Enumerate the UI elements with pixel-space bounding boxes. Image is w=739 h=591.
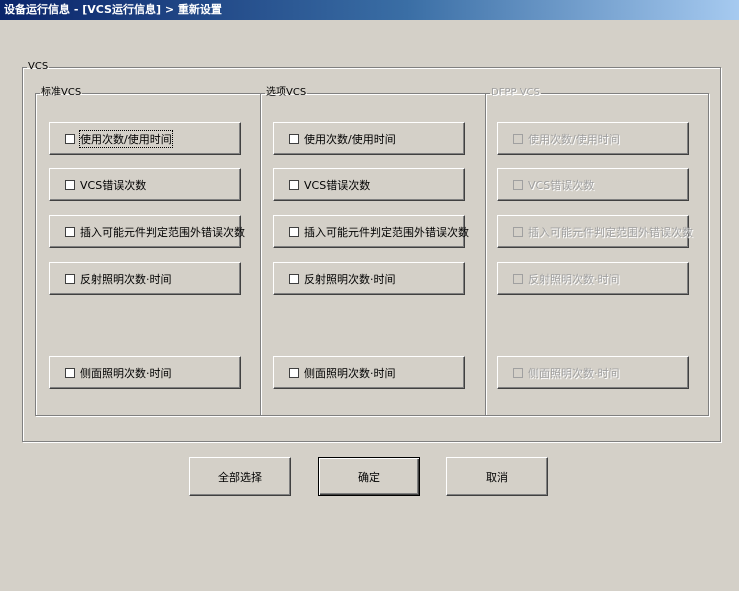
vcs-group-legend: VCS [28, 61, 49, 72]
std-vcs-error-count-checkbox[interactable]: VCS错误次数 [49, 168, 241, 201]
checkbox-label: 侧面照明次数·时间 [304, 366, 396, 380]
checkbox-label: 使用次数/使用时间 [79, 129, 173, 148]
checkbox-label: VCS错误次数 [304, 178, 371, 192]
checkbox-box [513, 179, 523, 190]
checkbox-label: 侧面照明次数·时间 [80, 366, 172, 380]
checkbox-box [289, 133, 299, 144]
checkbox-label: 插入可能元件判定范围外错误次数 [80, 225, 245, 239]
dfpp-reflect-light-checkbox: 反射照明次数·时间 [497, 262, 689, 295]
option-vcs-legend: 选项VCS [266, 87, 307, 98]
opt-vcs-error-count-checkbox[interactable]: VCS错误次数 [273, 168, 465, 201]
checkbox-label: 使用次数/使用时间 [528, 132, 620, 146]
dfpp-insert-range-error-checkbox: 插入可能元件判定范围外错误次数 [497, 215, 693, 248]
checkbox-box [289, 367, 299, 378]
checkbox-box [513, 273, 523, 284]
checkbox-box [65, 226, 75, 237]
std-use-count-time-checkbox[interactable]: 使用次数/使用时间 [49, 122, 241, 155]
checkbox-label: 侧面照明次数·时间 [528, 366, 620, 380]
opt-insert-range-error-checkbox[interactable]: 插入可能元件判定范围外错误次数 [273, 215, 469, 248]
window-title: 设备运行信息 - [VCS运行信息] > 重新设置 [0, 0, 739, 20]
checkbox-label: 反射照明次数·时间 [528, 272, 620, 286]
select-all-button[interactable]: 全部选择 [189, 457, 291, 496]
checkbox-label: 插入可能元件判定范围外错误次数 [528, 225, 693, 239]
dfpp-use-count-time-checkbox: 使用次数/使用时间 [497, 122, 689, 155]
standard-vcs-legend: 标准VCS [41, 87, 82, 98]
checkbox-box [289, 273, 299, 284]
cancel-button[interactable]: 取消 [446, 457, 548, 496]
checkbox-box [513, 226, 523, 237]
checkbox-label: 使用次数/使用时间 [304, 132, 396, 146]
std-insert-range-error-checkbox[interactable]: 插入可能元件判定范围外错误次数 [49, 215, 245, 248]
checkbox-label: 反射照明次数·时间 [304, 272, 396, 286]
checkbox-box [65, 273, 75, 284]
checkbox-label: VCS错误次数 [80, 178, 147, 192]
std-side-light-checkbox[interactable]: 侧面照明次数·时间 [49, 356, 241, 389]
opt-side-light-checkbox[interactable]: 侧面照明次数·时间 [273, 356, 465, 389]
opt-use-count-time-checkbox[interactable]: 使用次数/使用时间 [273, 122, 465, 155]
checkbox-box [289, 179, 299, 190]
checkbox-box [65, 367, 75, 378]
checkbox-box [513, 367, 523, 378]
ok-button[interactable]: 确定 [318, 457, 420, 496]
checkbox-box [65, 133, 75, 144]
dfpp-vcs-legend: DFPP VCS [491, 87, 540, 98]
checkbox-box [65, 179, 75, 190]
dfpp-vcs-error-count-checkbox: VCS错误次数 [497, 168, 689, 201]
checkbox-label: VCS错误次数 [528, 178, 595, 192]
checkbox-label: 插入可能元件判定范围外错误次数 [304, 225, 469, 239]
std-reflect-light-checkbox[interactable]: 反射照明次数·时间 [49, 262, 241, 295]
checkbox-label: 反射照明次数·时间 [80, 272, 172, 286]
checkbox-box [289, 226, 299, 237]
dfpp-side-light-checkbox: 侧面照明次数·时间 [497, 356, 689, 389]
opt-reflect-light-checkbox[interactable]: 反射照明次数·时间 [273, 262, 465, 295]
checkbox-box [513, 133, 523, 144]
